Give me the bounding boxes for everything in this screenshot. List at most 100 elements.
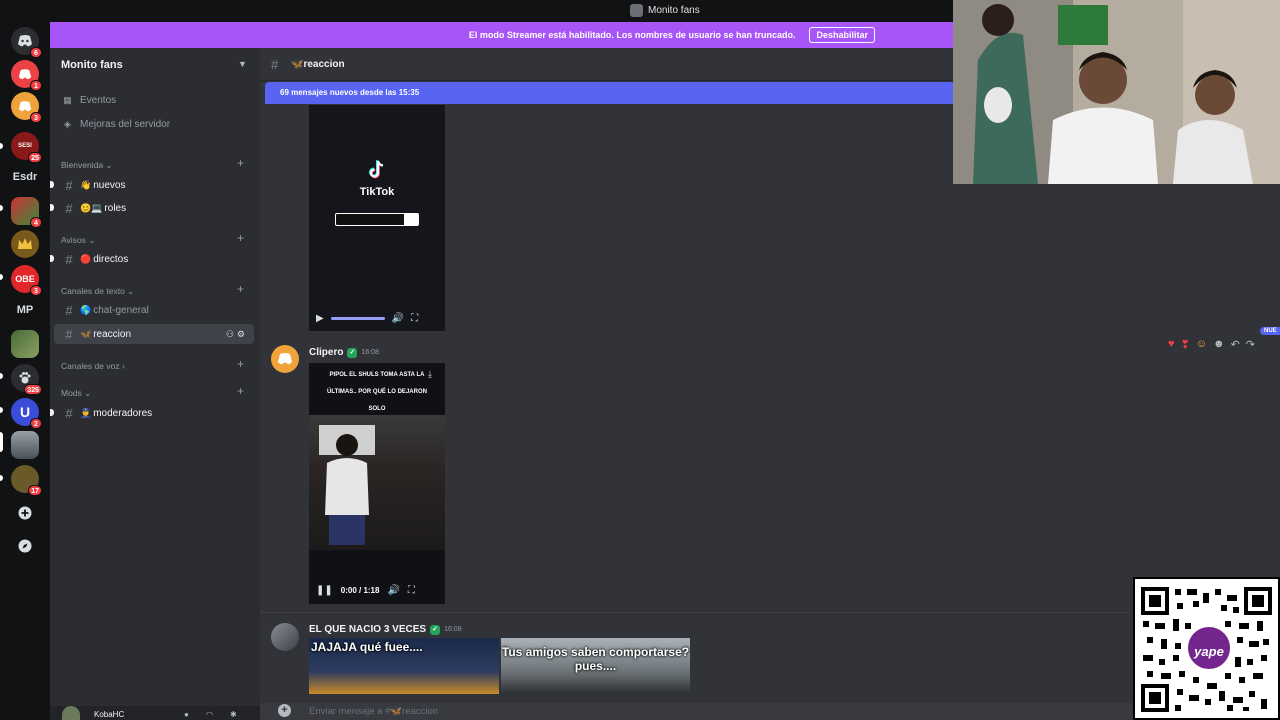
fullscreen-icon[interactable]: ⛶ [411, 313, 418, 324]
add-attachment-icon[interactable]: + [278, 704, 291, 717]
server-2-icon[interactable]: 3 [11, 92, 42, 123]
discord-home-button[interactable]: 6 [11, 27, 42, 58]
video-embed[interactable]: TikTok ▶ 🔊 ⛶ [309, 105, 445, 331]
channel-reaccion[interactable]: # 🦋 reaccion ⚇⚙ [54, 324, 254, 344]
unread-indicator [50, 255, 54, 262]
server-9-icon[interactable] [11, 330, 39, 358]
category-canales-texto[interactable]: Canales de texto ⌄ [61, 286, 134, 297]
thumbnail-caption: Tus amigos saben comportarse? pues.... [501, 645, 690, 673]
pause-icon[interactable]: ❚❚ [316, 585, 333, 596]
fullscreen-icon[interactable]: ⛶ [408, 585, 415, 596]
server-icon [630, 4, 643, 17]
hearts-reaction-icon[interactable]: ❣ [1181, 338, 1190, 351]
server-7-icon[interactable]: OBE 3 [11, 265, 42, 296]
video-thumbnail[interactable]: Tus amigos saben comportarse? pues.... [501, 638, 690, 694]
avatar[interactable] [62, 706, 80, 720]
smile-reaction-icon[interactable]: ☺ [1196, 338, 1207, 351]
explore-servers-button[interactable] [11, 532, 39, 560]
reply-icon[interactable]: ↶ [1231, 338, 1240, 351]
headphones-icon[interactable]: ◠ [206, 710, 213, 719]
volume-icon[interactable]: 🔊 [387, 585, 399, 596]
unread-badge: 1 [30, 80, 42, 91]
add-channel-icon[interactable]: + [237, 231, 244, 245]
message-input[interactable]: Enviar mensaje a #🦋reaccion [309, 706, 438, 717]
play-icon[interactable]: ▶ [316, 313, 324, 324]
message-author[interactable]: EL QUE NACIO 3 VECES ✓ 16:08 [309, 624, 462, 635]
message-author[interactable]: Clipero ✓ 16:08 [309, 347, 379, 358]
hash-icon: # [65, 251, 73, 267]
channel-roles[interactable]: # 😊💻 roles [50, 198, 254, 218]
message-timestamp: 16:08 [361, 349, 379, 356]
hash-icon: # [65, 200, 73, 216]
video-time: 0:00 / 1:18 [340, 585, 380, 595]
category-canales-voz[interactable]: Canales de voz › [61, 361, 125, 371]
server-10-icon[interactable]: 326 [11, 364, 42, 395]
calendar-icon: ▦ [63, 95, 72, 105]
volume-slider[interactable] [330, 316, 385, 320]
avatar[interactable] [271, 345, 299, 373]
tiktok-brand: TikTok [359, 186, 395, 198]
message-attachments: JAJAJA qué fuee.... Tus amigos saben com… [309, 638, 690, 694]
add-server-button[interactable] [11, 499, 39, 527]
channel-nuevos[interactable]: # 👋 nuevos [50, 175, 254, 195]
server-1-icon[interactable]: 1 [11, 60, 42, 91]
hash-icon: # [65, 326, 73, 342]
verified-icon: ✓ [347, 347, 358, 358]
add-channel-icon[interactable]: + [237, 384, 244, 398]
plus-circle-icon [18, 506, 32, 520]
server-mp-icon[interactable]: MP [6, 304, 44, 316]
heart-reaction-icon[interactable]: ♥ [1168, 338, 1175, 351]
unread-badge: 3 [30, 112, 42, 123]
server-12-icon[interactable] [11, 431, 39, 459]
server-3-icon[interactable]: SESI 25 [11, 132, 42, 163]
chevron-down-icon[interactable]: ▼ [238, 59, 247, 69]
video-thumbnail[interactable]: JAJAJA qué fuee.... [309, 638, 499, 694]
channel-moderadores[interactable]: # 👮 moderadores [50, 403, 254, 423]
unread-indicator [50, 181, 54, 188]
server-11-icon[interactable]: U 2 [11, 398, 42, 429]
streamer-mode-text: El modo Streamer está habilitado. Los no… [468, 30, 796, 40]
server-esdr-icon[interactable]: Esdr [6, 171, 44, 183]
channel-directos[interactable]: # 🔴 directos [50, 249, 254, 269]
avatar[interactable] [271, 623, 299, 651]
add-channel-icon[interactable]: + [237, 156, 244, 170]
webcam-overlay [953, 0, 1280, 184]
events-nav-item[interactable]: ▦ Eventos [62, 95, 116, 106]
server-5-icon[interactable]: 4 [11, 197, 42, 228]
download-icon[interactable]: ⤓ [428, 369, 432, 380]
message-timestamp: 16:08 [444, 626, 462, 633]
category-bienvenida[interactable]: Bienvenida ⌄ [61, 160, 113, 171]
message-composer[interactable]: + Enviar mensaje a #🦋reaccion [260, 703, 1280, 720]
add-channel-icon[interactable]: + [237, 282, 244, 296]
streamer-mode-banner: El modo Streamer está habilitado. Los no… [50, 22, 953, 48]
boost-icon: ◈ [64, 119, 71, 129]
gear-icon[interactable]: ✱ [230, 710, 237, 719]
forward-icon[interactable]: ↷ [1246, 338, 1255, 351]
channel-settings-icon[interactable]: ⚇⚙ [226, 329, 248, 340]
unread-indicator [50, 204, 54, 211]
unread-badge: 326 [24, 384, 42, 395]
disable-streamer-mode-button[interactable]: Deshabilitar [809, 27, 875, 43]
server-boosts-nav-item[interactable]: ◈ Mejoras del servidor [62, 119, 170, 130]
channel-chat-general[interactable]: # 🌎 chat-general [54, 300, 254, 320]
server-13-icon[interactable]: 17 [11, 465, 42, 496]
unread-badge: 3 [30, 285, 42, 296]
microphone-icon[interactable]: ● [184, 710, 189, 719]
video-embed[interactable]: PIPOL EL SHULS TOMA ASTA LA ÚLTIMAS.. PO… [309, 363, 445, 604]
add-channel-icon[interactable]: + [237, 357, 244, 371]
unread-indicator [50, 409, 54, 416]
unread-indicator [0, 143, 3, 149]
unread-indicator [0, 274, 3, 280]
add-reaction-icon[interactable]: ☻ [1213, 338, 1225, 351]
hash-icon: # [271, 57, 279, 72]
server-6-icon[interactable] [11, 230, 39, 258]
unread-badge: 6 [30, 47, 42, 58]
qr-code-overlay[interactable]: yape [1133, 577, 1280, 720]
category-avisos[interactable]: Avisos ⌄ [61, 235, 95, 246]
volume-icon[interactable]: 🔊 [392, 313, 404, 324]
category-mods[interactable]: Mods ⌄ [61, 388, 91, 399]
discord-logo-icon [278, 353, 292, 365]
username[interactable]: KobaHC [94, 710, 124, 719]
new-messages-bar[interactable]: 69 mensajes nuevos desde las 15:35 [265, 82, 955, 104]
server-name[interactable]: Monito fans [61, 59, 123, 71]
